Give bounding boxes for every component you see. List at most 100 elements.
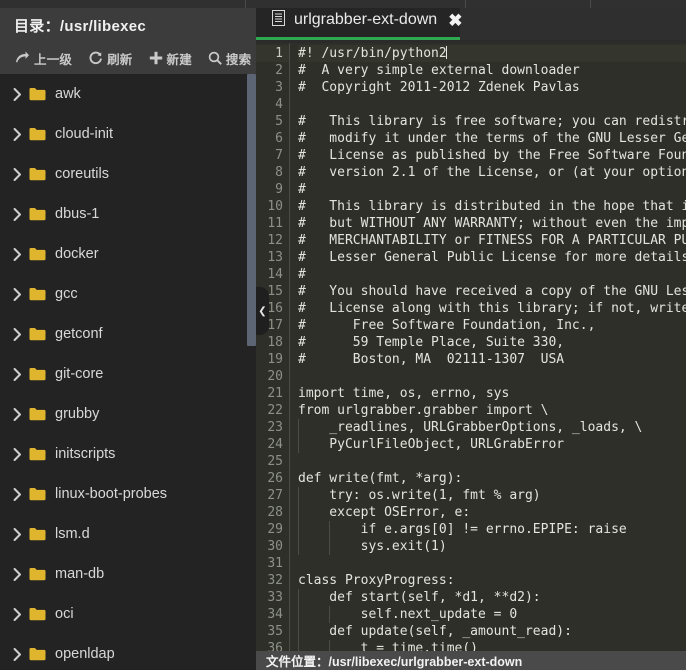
chevron-right-icon[interactable] [8,247,26,261]
sidebar-scrollbar-track[interactable] [247,74,256,670]
code-line[interactable]: # License as published by the Free Softw… [298,147,686,164]
folder-icon [26,487,48,501]
code-line[interactable]: # A very simple external downloader [298,62,686,79]
line-number: 6 [275,131,283,146]
code-line[interactable]: sys.exit(1) [298,538,686,555]
toolbar-button-2[interactable]: 刷新 [81,46,139,71]
tree-row[interactable]: openldap [0,634,256,670]
code-line-text: self.next_update = 0 [298,607,518,622]
tree-row[interactable]: gcc [0,274,256,314]
chevron-right-icon[interactable] [8,167,26,181]
code-line[interactable] [298,96,686,113]
chevron-right-icon[interactable] [8,487,26,501]
code-line[interactable]: # Copyright 2011-2012 Zdenek Pavlas [298,79,686,96]
chevron-right-icon[interactable] [8,527,26,541]
code-line-text: def start(self, *d1, **d2): [298,590,541,605]
tree-item-label: grubby [55,406,100,422]
code-line[interactable]: # Boston, MA 02111-1307 USA [298,351,686,368]
code-line[interactable]: class ProxyProgress: [298,572,686,589]
code-line[interactable]: try: os.write(1, fmt % arg) [298,487,686,504]
code-line[interactable]: # modify it under the terms of the GNU L… [298,130,686,147]
code-line[interactable]: _readlines, URLGrabberOptions, _loads, \ [298,419,686,436]
chevron-right-icon[interactable] [8,647,26,661]
code-line[interactable]: # This library is distributed in the hop… [298,198,686,215]
tree-row[interactable]: lsm.d [0,514,256,554]
code-line[interactable]: #! /usr/bin/python2 [298,45,686,62]
tree-item-label: awk [55,86,81,102]
tree-row[interactable]: getconf [0,314,256,354]
tree-row[interactable]: awk [0,74,256,114]
code-line[interactable]: t = time.time() [298,640,686,651]
sidebar-scrollbar-thumb[interactable] [247,74,256,346]
code-line[interactable]: # Lesser General Public License for more… [298,249,686,266]
code-line[interactable]: # This library is free software; you can… [298,113,686,130]
tree-row[interactable]: grubby [0,394,256,434]
code-line[interactable]: # [298,181,686,198]
text-cursor [445,46,447,59]
code-line[interactable]: # Free Software Foundation, Inc., [298,317,686,334]
toolbar-button-3[interactable]: 新建 [142,46,199,71]
toolbar-button-4[interactable]: 搜索 [201,46,258,71]
indent-guide [298,589,299,606]
tree-row[interactable]: docker [0,234,256,274]
code-line[interactable] [298,453,686,470]
line-number: 26 [267,471,283,486]
toolbar-button-label: 刷新 [107,52,133,67]
chevron-right-icon[interactable] [8,327,26,341]
indent-guide [298,538,299,555]
tree-row[interactable]: oci [0,594,256,634]
code-line[interactable]: def write(fmt, *arg): [298,470,686,487]
chevron-right-icon[interactable] [8,567,26,581]
chevron-right-icon[interactable] [8,87,26,101]
code-editor[interactable]: 1 2 3 4 5 6 7 8 9 10 11 12 13 14 15 16 17 18 19 20 21 22 23 24 2… [256,43,686,651]
code-line[interactable]: # but WITHOUT ANY WARRANTY; without even… [298,215,686,232]
code-line[interactable]: PyCurlFileObject, URLGrabError [298,436,686,453]
chevron-right-icon[interactable] [8,447,26,461]
code-line[interactable]: # MERCHANTABILITY or FITNESS FOR A PARTI… [298,232,686,249]
code-line[interactable] [298,368,686,385]
code-line[interactable]: # version 2.1 of the License, or (at you… [298,164,686,181]
directory-tree[interactable]: awk cloud-init coreutils dbus-1 docker gcc get… [0,74,256,670]
indent-guide [298,487,299,504]
chevron-right-icon[interactable] [8,287,26,301]
tree-row[interactable]: man-db [0,554,256,594]
tree-item-label: gcc [55,286,78,302]
code-line[interactable]: from urlgrabber.grabber import \ [298,402,686,419]
code-line[interactable]: self.next_update = 0 [298,606,686,623]
code-line[interactable]: # 59 Temple Place, Suite 330, [298,334,686,351]
code-line[interactable]: except OSError, e: [298,504,686,521]
close-icon[interactable]: ✖ [448,12,462,29]
code-line[interactable]: import time, os, errno, sys [298,385,686,402]
code-line[interactable]: if e.args[0] != errno.EPIPE: raise [298,521,686,538]
tree-row[interactable]: cloud-init [0,114,256,154]
code-line[interactable]: # License along with this library; if no… [298,300,686,317]
sidebar-header: 目录：/usr/libexec [0,0,256,42]
code-line[interactable]: def update(self, _amount_read): [298,623,686,640]
chevron-right-icon[interactable] [8,607,26,621]
toolbar-button-1[interactable]: 上一级 [8,46,79,71]
code-line-text: # This library is free software; you can… [298,114,686,129]
chevron-right-icon[interactable] [8,127,26,141]
chevron-right-icon[interactable] [8,207,26,221]
chevron-right-icon[interactable] [8,367,26,381]
code-line-text: # 59 Temple Place, Suite 330, [298,335,565,350]
code-line[interactable] [298,555,686,572]
tree-row[interactable]: linux-boot-probes [0,474,256,514]
sidebar-collapse-handle[interactable]: ❮ [256,287,269,335]
indent-guide [298,419,299,436]
code-line-text: # Copyright 2011-2012 Zdenek Pavlas [298,80,580,95]
chevron-right-icon[interactable] [8,407,26,421]
folder-icon [26,407,48,421]
tree-row[interactable]: coreutils [0,154,256,194]
code-line[interactable]: # [298,266,686,283]
line-number: 7 [275,148,283,163]
tree-row[interactable]: dbus-1 [0,194,256,234]
line-number: 31 [267,556,283,571]
line-number: 28 [267,505,283,520]
code-content[interactable]: #! /usr/bin/python2 # A very simple exter… [290,43,686,651]
code-line[interactable]: # You should have received a copy of the… [298,283,686,300]
tree-row[interactable]: initscripts [0,434,256,474]
tree-row[interactable]: git-core [0,354,256,394]
tab-urlgrabber-ext-down[interactable]: urlgrabber-ext-down ✖ [256,0,462,40]
code-line[interactable]: def start(self, *d1, **d2): [298,589,686,606]
